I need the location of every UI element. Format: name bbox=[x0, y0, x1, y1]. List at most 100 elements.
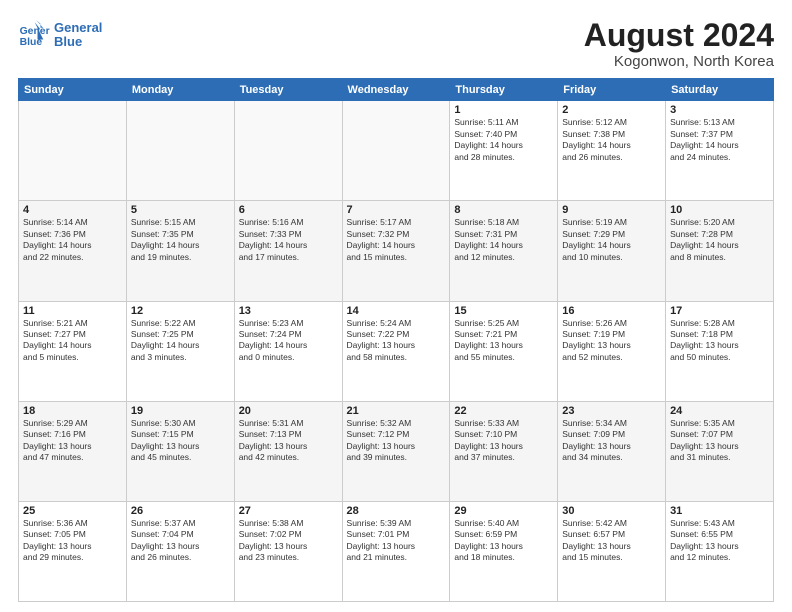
calendar-cell: 1Sunrise: 5:11 AM Sunset: 7:40 PM Daylig… bbox=[450, 101, 558, 201]
day-info: Sunrise: 5:17 AM Sunset: 7:32 PM Dayligh… bbox=[347, 217, 446, 263]
calendar-week-row: 11Sunrise: 5:21 AM Sunset: 7:27 PM Dayli… bbox=[19, 301, 774, 401]
day-number: 22 bbox=[454, 405, 553, 417]
calendar-cell: 5Sunrise: 5:15 AM Sunset: 7:35 PM Daylig… bbox=[126, 201, 234, 301]
day-number: 19 bbox=[131, 405, 230, 417]
day-info: Sunrise: 5:38 AM Sunset: 7:02 PM Dayligh… bbox=[239, 518, 338, 564]
calendar-table: SundayMondayTuesdayWednesdayThursdayFrid… bbox=[18, 78, 774, 602]
calendar-cell: 8Sunrise: 5:18 AM Sunset: 7:31 PM Daylig… bbox=[450, 201, 558, 301]
calendar-cell: 6Sunrise: 5:16 AM Sunset: 7:33 PM Daylig… bbox=[234, 201, 342, 301]
calendar-week-row: 4Sunrise: 5:14 AM Sunset: 7:36 PM Daylig… bbox=[19, 201, 774, 301]
day-number: 10 bbox=[670, 204, 769, 216]
day-info: Sunrise: 5:28 AM Sunset: 7:18 PM Dayligh… bbox=[670, 318, 769, 364]
subtitle: Kogonwon, North Korea bbox=[584, 53, 774, 70]
day-number: 29 bbox=[454, 505, 553, 517]
calendar-cell: 4Sunrise: 5:14 AM Sunset: 7:36 PM Daylig… bbox=[19, 201, 127, 301]
day-number: 11 bbox=[23, 305, 122, 317]
day-number: 12 bbox=[131, 305, 230, 317]
day-info: Sunrise: 5:25 AM Sunset: 7:21 PM Dayligh… bbox=[454, 318, 553, 364]
day-info: Sunrise: 5:16 AM Sunset: 7:33 PM Dayligh… bbox=[239, 217, 338, 263]
weekday-header-wednesday: Wednesday bbox=[342, 79, 450, 101]
calendar-cell: 14Sunrise: 5:24 AM Sunset: 7:22 PM Dayli… bbox=[342, 301, 450, 401]
day-number: 5 bbox=[131, 204, 230, 216]
day-number: 21 bbox=[347, 405, 446, 417]
calendar-week-row: 1Sunrise: 5:11 AM Sunset: 7:40 PM Daylig… bbox=[19, 101, 774, 201]
day-info: Sunrise: 5:42 AM Sunset: 6:57 PM Dayligh… bbox=[562, 518, 661, 564]
weekday-header-saturday: Saturday bbox=[666, 79, 774, 101]
day-number: 31 bbox=[670, 505, 769, 517]
calendar-cell: 15Sunrise: 5:25 AM Sunset: 7:21 PM Dayli… bbox=[450, 301, 558, 401]
day-number: 16 bbox=[562, 305, 661, 317]
calendar-cell: 11Sunrise: 5:21 AM Sunset: 7:27 PM Dayli… bbox=[19, 301, 127, 401]
logo-text-line2: Blue bbox=[54, 35, 102, 49]
weekday-header-tuesday: Tuesday bbox=[234, 79, 342, 101]
calendar-cell: 19Sunrise: 5:30 AM Sunset: 7:15 PM Dayli… bbox=[126, 401, 234, 501]
day-number: 17 bbox=[670, 305, 769, 317]
day-info: Sunrise: 5:40 AM Sunset: 6:59 PM Dayligh… bbox=[454, 518, 553, 564]
calendar-cell: 7Sunrise: 5:17 AM Sunset: 7:32 PM Daylig… bbox=[342, 201, 450, 301]
calendar-cell: 23Sunrise: 5:34 AM Sunset: 7:09 PM Dayli… bbox=[558, 401, 666, 501]
day-info: Sunrise: 5:39 AM Sunset: 7:01 PM Dayligh… bbox=[347, 518, 446, 564]
day-number: 15 bbox=[454, 305, 553, 317]
day-info: Sunrise: 5:29 AM Sunset: 7:16 PM Dayligh… bbox=[23, 418, 122, 464]
day-info: Sunrise: 5:33 AM Sunset: 7:10 PM Dayligh… bbox=[454, 418, 553, 464]
day-info: Sunrise: 5:18 AM Sunset: 7:31 PM Dayligh… bbox=[454, 217, 553, 263]
day-number: 24 bbox=[670, 405, 769, 417]
calendar-cell: 3Sunrise: 5:13 AM Sunset: 7:37 PM Daylig… bbox=[666, 101, 774, 201]
svg-text:General: General bbox=[20, 26, 50, 37]
day-info: Sunrise: 5:35 AM Sunset: 7:07 PM Dayligh… bbox=[670, 418, 769, 464]
calendar-cell: 28Sunrise: 5:39 AM Sunset: 7:01 PM Dayli… bbox=[342, 501, 450, 601]
calendar-cell: 21Sunrise: 5:32 AM Sunset: 7:12 PM Dayli… bbox=[342, 401, 450, 501]
calendar-cell: 24Sunrise: 5:35 AM Sunset: 7:07 PM Dayli… bbox=[666, 401, 774, 501]
day-info: Sunrise: 5:26 AM Sunset: 7:19 PM Dayligh… bbox=[562, 318, 661, 364]
day-number: 9 bbox=[562, 204, 661, 216]
logo: General Blue General Blue bbox=[18, 18, 102, 50]
main-title: August 2024 bbox=[584, 18, 774, 53]
day-info: Sunrise: 5:31 AM Sunset: 7:13 PM Dayligh… bbox=[239, 418, 338, 464]
logo-icon: General Blue bbox=[18, 18, 50, 50]
calendar-cell: 30Sunrise: 5:42 AM Sunset: 6:57 PM Dayli… bbox=[558, 501, 666, 601]
calendar-week-row: 25Sunrise: 5:36 AM Sunset: 7:05 PM Dayli… bbox=[19, 501, 774, 601]
weekday-header-monday: Monday bbox=[126, 79, 234, 101]
day-number: 13 bbox=[239, 305, 338, 317]
calendar-cell bbox=[19, 101, 127, 201]
calendar-cell: 18Sunrise: 5:29 AM Sunset: 7:16 PM Dayli… bbox=[19, 401, 127, 501]
day-info: Sunrise: 5:12 AM Sunset: 7:38 PM Dayligh… bbox=[562, 117, 661, 163]
logo-text-line1: General bbox=[54, 21, 102, 35]
day-number: 2 bbox=[562, 104, 661, 116]
day-info: Sunrise: 5:19 AM Sunset: 7:29 PM Dayligh… bbox=[562, 217, 661, 263]
header: General Blue General Blue August 2024 Ko… bbox=[18, 18, 774, 70]
day-info: Sunrise: 5:34 AM Sunset: 7:09 PM Dayligh… bbox=[562, 418, 661, 464]
calendar-cell: 10Sunrise: 5:20 AM Sunset: 7:28 PM Dayli… bbox=[666, 201, 774, 301]
day-number: 23 bbox=[562, 405, 661, 417]
day-number: 8 bbox=[454, 204, 553, 216]
day-number: 26 bbox=[131, 505, 230, 517]
calendar-cell: 25Sunrise: 5:36 AM Sunset: 7:05 PM Dayli… bbox=[19, 501, 127, 601]
calendar-cell: 26Sunrise: 5:37 AM Sunset: 7:04 PM Dayli… bbox=[126, 501, 234, 601]
day-number: 18 bbox=[23, 405, 122, 417]
calendar-cell: 20Sunrise: 5:31 AM Sunset: 7:13 PM Dayli… bbox=[234, 401, 342, 501]
day-info: Sunrise: 5:43 AM Sunset: 6:55 PM Dayligh… bbox=[670, 518, 769, 564]
weekday-header-friday: Friday bbox=[558, 79, 666, 101]
day-info: Sunrise: 5:11 AM Sunset: 7:40 PM Dayligh… bbox=[454, 117, 553, 163]
calendar-cell: 12Sunrise: 5:22 AM Sunset: 7:25 PM Dayli… bbox=[126, 301, 234, 401]
day-number: 7 bbox=[347, 204, 446, 216]
day-number: 27 bbox=[239, 505, 338, 517]
calendar-cell: 2Sunrise: 5:12 AM Sunset: 7:38 PM Daylig… bbox=[558, 101, 666, 201]
day-info: Sunrise: 5:21 AM Sunset: 7:27 PM Dayligh… bbox=[23, 318, 122, 364]
calendar-cell: 16Sunrise: 5:26 AM Sunset: 7:19 PM Dayli… bbox=[558, 301, 666, 401]
calendar-cell bbox=[342, 101, 450, 201]
calendar-week-row: 18Sunrise: 5:29 AM Sunset: 7:16 PM Dayli… bbox=[19, 401, 774, 501]
calendar-cell: 13Sunrise: 5:23 AM Sunset: 7:24 PM Dayli… bbox=[234, 301, 342, 401]
calendar-cell: 22Sunrise: 5:33 AM Sunset: 7:10 PM Dayli… bbox=[450, 401, 558, 501]
day-number: 20 bbox=[239, 405, 338, 417]
day-info: Sunrise: 5:15 AM Sunset: 7:35 PM Dayligh… bbox=[131, 217, 230, 263]
page: General Blue General Blue August 2024 Ko… bbox=[0, 0, 792, 612]
day-number: 4 bbox=[23, 204, 122, 216]
day-info: Sunrise: 5:37 AM Sunset: 7:04 PM Dayligh… bbox=[131, 518, 230, 564]
day-number: 6 bbox=[239, 204, 338, 216]
day-info: Sunrise: 5:23 AM Sunset: 7:24 PM Dayligh… bbox=[239, 318, 338, 364]
day-info: Sunrise: 5:30 AM Sunset: 7:15 PM Dayligh… bbox=[131, 418, 230, 464]
calendar-cell: 29Sunrise: 5:40 AM Sunset: 6:59 PM Dayli… bbox=[450, 501, 558, 601]
calendar-cell: 17Sunrise: 5:28 AM Sunset: 7:18 PM Dayli… bbox=[666, 301, 774, 401]
weekday-header-thursday: Thursday bbox=[450, 79, 558, 101]
